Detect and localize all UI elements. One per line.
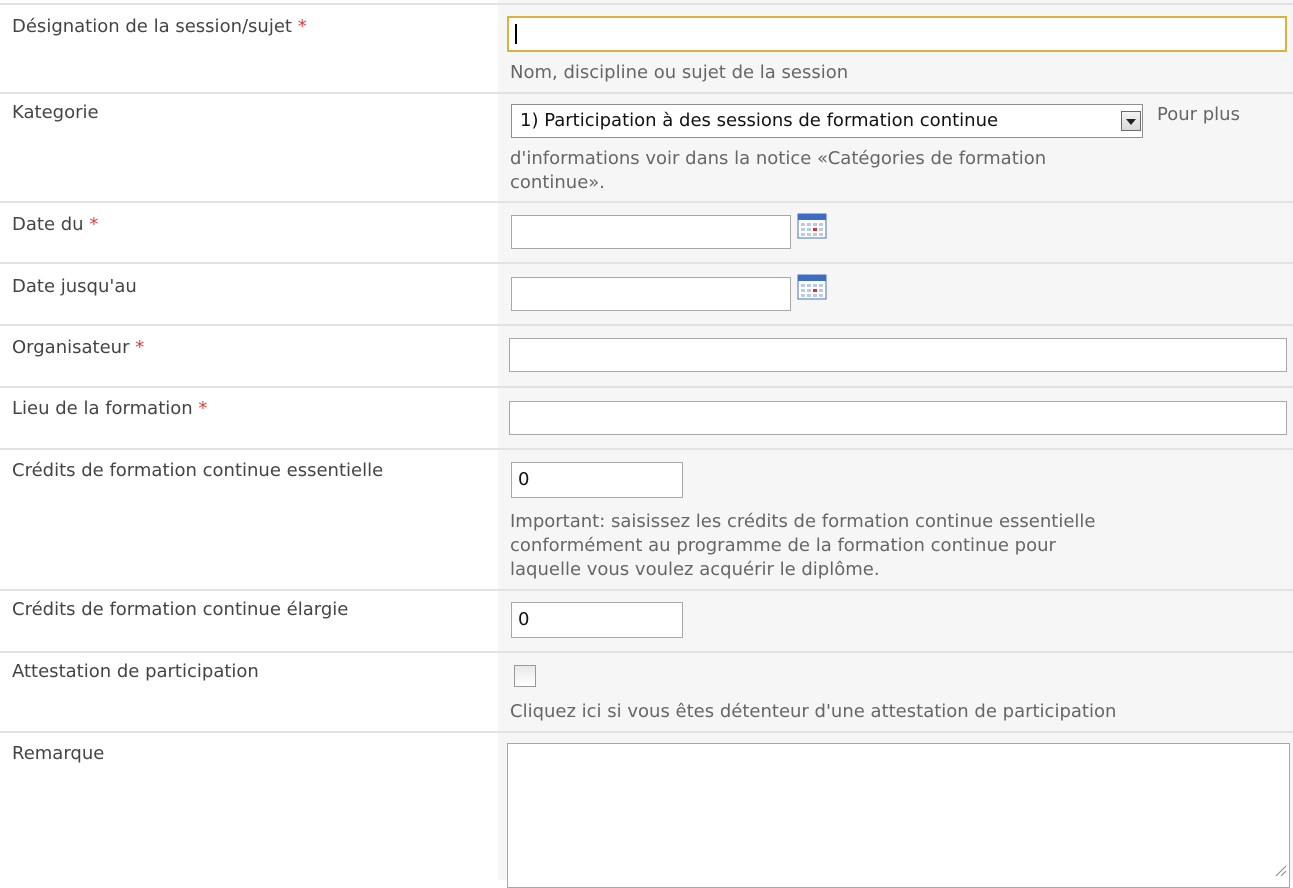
chevron-down-icon[interactable]	[1121, 111, 1141, 131]
required-marker: *	[89, 214, 99, 235]
kategorie-select[interactable]: 1) Participation à des sessions de forma…	[511, 104, 1143, 138]
text-caret	[515, 24, 517, 44]
kategorie-hint-line3: continue».	[510, 172, 606, 193]
continuing-education-form: Désignation de la session/sujet * Nom, d…	[0, 0, 1293, 888]
date-du-label: Date du *	[12, 214, 99, 235]
required-marker: *	[135, 337, 145, 358]
date-jusquau-input[interactable]	[511, 277, 791, 311]
row-separator	[0, 3, 1293, 5]
designation-label: Désignation de la session/sujet *	[12, 16, 307, 37]
credits-elargie-input[interactable]: 0	[511, 602, 683, 638]
credits-essentielle-input[interactable]: 0	[511, 462, 683, 498]
remarque-label: Remarque	[12, 743, 105, 764]
attestation-checkbox[interactable]	[514, 665, 536, 687]
row-separator	[0, 731, 1293, 733]
row-separator	[0, 589, 1293, 591]
credits-essentielle-label: Crédits de formation continue essentiell…	[12, 460, 384, 481]
designation-input[interactable]	[507, 16, 1287, 52]
designation-hint: Nom, discipline ou sujet de la session	[510, 62, 849, 83]
row-separator	[0, 201, 1293, 203]
credits-elargie-label: Crédits de formation continue élargie	[12, 599, 349, 620]
row-separator	[0, 386, 1293, 388]
kategorie-hint-inline: Pour plus	[1157, 104, 1240, 125]
row-separator	[0, 448, 1293, 450]
required-marker: *	[198, 398, 208, 419]
kategorie-label: Kategorie	[12, 102, 99, 123]
credits-essentielle-hint-line3: laquelle vous voulez acquérir le diplôme…	[510, 559, 880, 580]
date-jusquau-label: Date jusqu'au	[12, 276, 137, 297]
lieu-input[interactable]	[509, 401, 1287, 435]
attestation-hint: Cliquez ici si vous êtes détenteur d'une…	[510, 701, 1117, 722]
attestation-label: Attestation de participation	[12, 661, 259, 682]
lieu-label: Lieu de la formation *	[12, 398, 208, 419]
row-separator	[0, 262, 1293, 264]
kategorie-selected-value: 1) Participation à des sessions de forma…	[520, 110, 999, 131]
row-separator	[0, 651, 1293, 653]
date-du-input[interactable]	[511, 215, 791, 249]
kategorie-hint-line2: d'informations voir dans la notice «Caté…	[510, 148, 1047, 169]
organisateur-label: Organisateur *	[12, 337, 145, 358]
calendar-icon[interactable]	[797, 274, 827, 300]
resize-grip-icon[interactable]	[1273, 863, 1287, 877]
calendar-icon[interactable]	[797, 213, 827, 239]
credits-essentielle-hint-line2: conformément au programme de la formatio…	[510, 535, 1056, 556]
required-marker: *	[297, 16, 307, 37]
credits-essentielle-hint-line1: Important: saisissez les crédits de form…	[510, 511, 1096, 532]
row-separator	[0, 92, 1293, 94]
organisateur-input[interactable]	[509, 338, 1287, 372]
row-separator	[0, 324, 1293, 326]
remarque-textarea[interactable]	[507, 743, 1290, 888]
